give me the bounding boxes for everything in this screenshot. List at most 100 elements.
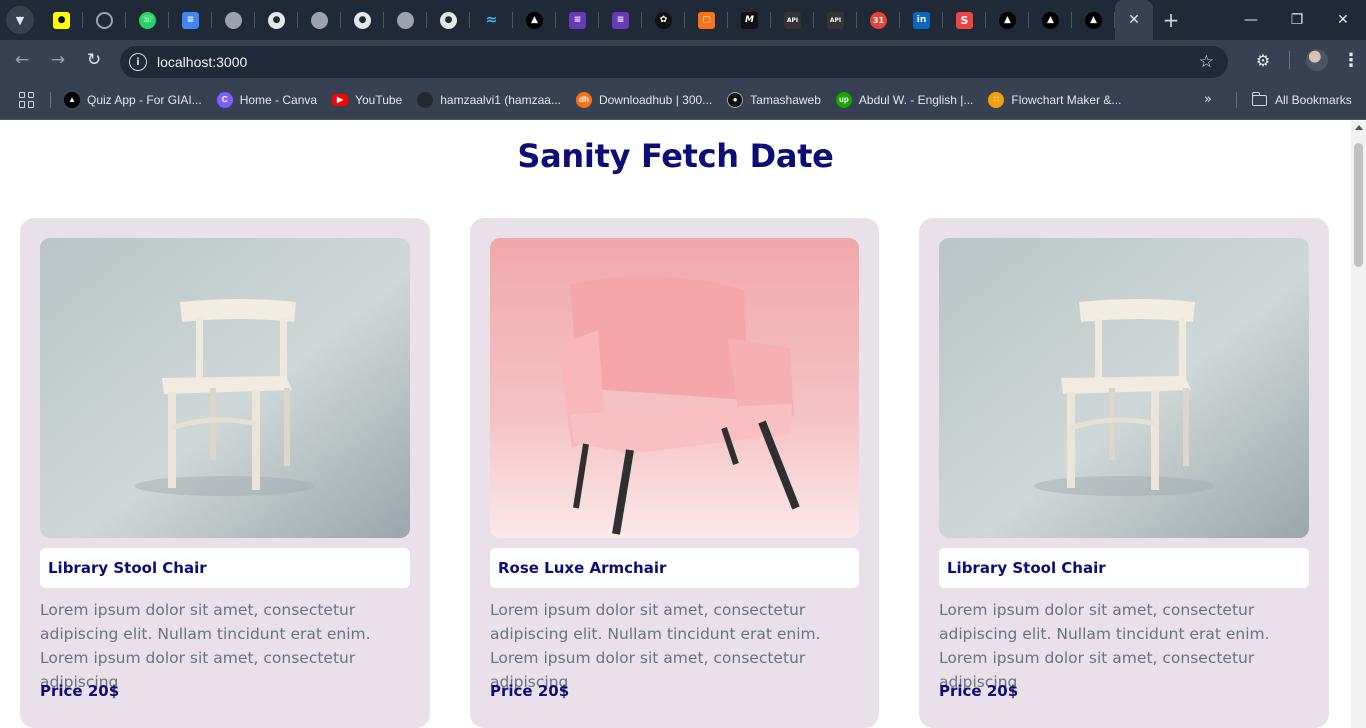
tab[interactable]: ▲ xyxy=(1072,0,1115,40)
tab[interactable]: in xyxy=(900,0,943,40)
extensions-icon[interactable]: ⚙ xyxy=(1245,42,1281,78)
page-title: Sanity Fetch Date xyxy=(517,137,834,175)
chevron-down-icon: ▼ xyxy=(15,13,25,27)
close-tab-icon[interactable]: ✕ xyxy=(1128,12,1140,28)
bookmark-item[interactable]: ▲ Quiz App - For GIAI... xyxy=(64,91,202,108)
tab[interactable]: 31 xyxy=(857,0,900,40)
tab[interactable]: ▢ xyxy=(685,0,728,40)
product-image xyxy=(490,238,859,538)
product-card[interactable]: Rose Luxe Armchair Lorem ipsum dolor sit… xyxy=(470,218,879,728)
product-name[interactable]: Library Stool Chair xyxy=(48,559,207,577)
tab[interactable]: ☏ xyxy=(126,0,169,40)
more-menu-icon[interactable]: ⋮ xyxy=(1336,42,1366,78)
bookmarks-divider xyxy=(50,91,51,108)
bookmark-item[interactable]: C Home - Canva xyxy=(216,91,318,108)
tab[interactable]: ● xyxy=(427,0,470,40)
bookmark-label: Abdul W. - English |... xyxy=(858,92,974,107)
tab-search-button[interactable]: ▼ xyxy=(6,6,34,34)
tab[interactable]: ≡ xyxy=(169,0,212,40)
globe-icon xyxy=(225,11,242,29)
folder-icon xyxy=(1252,91,1267,106)
url-text[interactable]: localhost:3000 xyxy=(157,54,247,70)
tab[interactable]: ● xyxy=(40,0,83,40)
active-tab[interactable]: ✕ xyxy=(1115,0,1153,40)
minimize-button[interactable]: — xyxy=(1228,0,1274,40)
restore-button[interactable]: ❐ xyxy=(1274,0,1320,40)
bookmark-item[interactable]: hamzaalvi1 (hamzaa... xyxy=(417,91,561,108)
google-docs-icon: ≡ xyxy=(182,11,199,29)
tab[interactable]: ≈ xyxy=(470,0,513,40)
window-controls: — ❐ ✕ xyxy=(1228,0,1366,40)
tab[interactable] xyxy=(83,0,126,40)
profile-avatar[interactable] xyxy=(1306,49,1328,71)
forms-icon: ≡ xyxy=(612,11,629,29)
reload-button[interactable]: ↻ xyxy=(76,42,112,78)
pink-armchair-image xyxy=(490,238,859,538)
tab[interactable] xyxy=(384,0,427,40)
bookmarks-divider xyxy=(1236,92,1237,108)
reload-icon: ↻ xyxy=(86,50,102,70)
product-card[interactable]: Library Stool Chair Lorem ipsum dolor si… xyxy=(20,218,430,728)
github-icon: ● xyxy=(354,11,371,29)
bookmark-label: Home - Canva xyxy=(239,92,318,107)
forms-icon: ≡ xyxy=(569,11,586,29)
product-price: Price 20$ xyxy=(40,682,120,700)
calendar-icon: 31 xyxy=(870,11,887,29)
site-info-icon[interactable]: i xyxy=(129,53,147,71)
tab[interactable]: ≡ xyxy=(556,0,599,40)
product-card[interactable]: Library Stool Chair Lorem ipsum dolor si… xyxy=(919,218,1329,728)
tab-list: ● ☏ ≡ ● ● ● ≈ ▲ ≡ ≡ ✿ ▢ M API API 31 in … xyxy=(40,0,1153,40)
tab[interactable]: ▲ xyxy=(513,0,556,40)
product-name[interactable]: Rose Luxe Armchair xyxy=(498,559,666,577)
bookmark-star-icon[interactable]: ☆ xyxy=(1199,52,1214,72)
product-image xyxy=(939,238,1309,538)
arrow-left-icon: ← xyxy=(14,50,30,70)
product-image xyxy=(40,238,410,538)
scrollbar-thumb[interactable] xyxy=(1354,143,1363,267)
more-bookmarks-chevron-icon[interactable]: » xyxy=(1204,92,1212,107)
all-bookmarks-button[interactable]: All Bookmarks xyxy=(1252,80,1352,120)
all-bookmarks-label: All Bookmarks xyxy=(1275,93,1352,107)
bookmark-label: hamzaalvi1 (hamzaa... xyxy=(440,92,561,107)
tailwind-icon: ≈ xyxy=(485,12,498,28)
new-tab-button[interactable]: + xyxy=(1153,0,1189,40)
globe-icon xyxy=(311,11,328,29)
snapchat-icon: ● xyxy=(53,11,70,29)
tab[interactable]: API xyxy=(771,0,814,40)
bookmark-item[interactable]: dh Downloadhub | 300... xyxy=(575,91,712,108)
product-name-box: Rose Luxe Armchair xyxy=(490,548,859,588)
youtube-icon: ▶ xyxy=(332,93,349,106)
apps-grid-icon[interactable] xyxy=(19,91,35,108)
medium-icon: M xyxy=(741,11,758,29)
tab[interactable]: ● xyxy=(255,0,298,40)
close-window-button[interactable]: ✕ xyxy=(1320,0,1366,40)
tab[interactable]: S xyxy=(943,0,986,40)
tab[interactable]: ▲ xyxy=(986,0,1029,40)
browser-toolbar: ← → ↻ i localhost:3000 ☆ ⚙ ⋮ xyxy=(0,40,1366,80)
tab[interactable] xyxy=(298,0,341,40)
tab[interactable]: ● xyxy=(341,0,384,40)
scroll-up-arrow-icon[interactable] xyxy=(1355,125,1363,130)
tab[interactable]: ✿ xyxy=(642,0,685,40)
bookmark-item[interactable]: up Abdul W. - English |... xyxy=(835,91,974,108)
tab[interactable]: ▲ xyxy=(1029,0,1072,40)
whatsapp-icon xyxy=(96,11,113,29)
address-bar[interactable]: i localhost:3000 ☆ xyxy=(120,46,1228,78)
vercel-icon: ▲ xyxy=(526,11,543,29)
back-button[interactable]: ← xyxy=(4,42,40,78)
bookmark-label: Quiz App - For GIAI... xyxy=(87,92,202,107)
tab[interactable]: API xyxy=(814,0,857,40)
toolbar-divider xyxy=(1289,51,1290,69)
bookmark-item[interactable]: ▶ YouTube xyxy=(332,93,402,107)
forward-button[interactable]: → xyxy=(40,42,76,78)
product-name[interactable]: Library Stool Chair xyxy=(947,559,1106,577)
tab[interactable]: ≡ xyxy=(599,0,642,40)
bookmark-label: Tamashaweb xyxy=(750,92,821,107)
tab[interactable]: M xyxy=(728,0,771,40)
bookmark-item[interactable]: ∷ Flowchart Maker &... xyxy=(988,91,1121,108)
bookmark-item[interactable]: ● Tamashaweb xyxy=(727,91,821,108)
product-description: Lorem ipsum dolor sit amet, consectetur … xyxy=(40,601,371,691)
product-price: Price 20$ xyxy=(939,682,1019,700)
tab[interactable] xyxy=(212,0,255,40)
page-scrollbar[interactable] xyxy=(1351,121,1366,728)
